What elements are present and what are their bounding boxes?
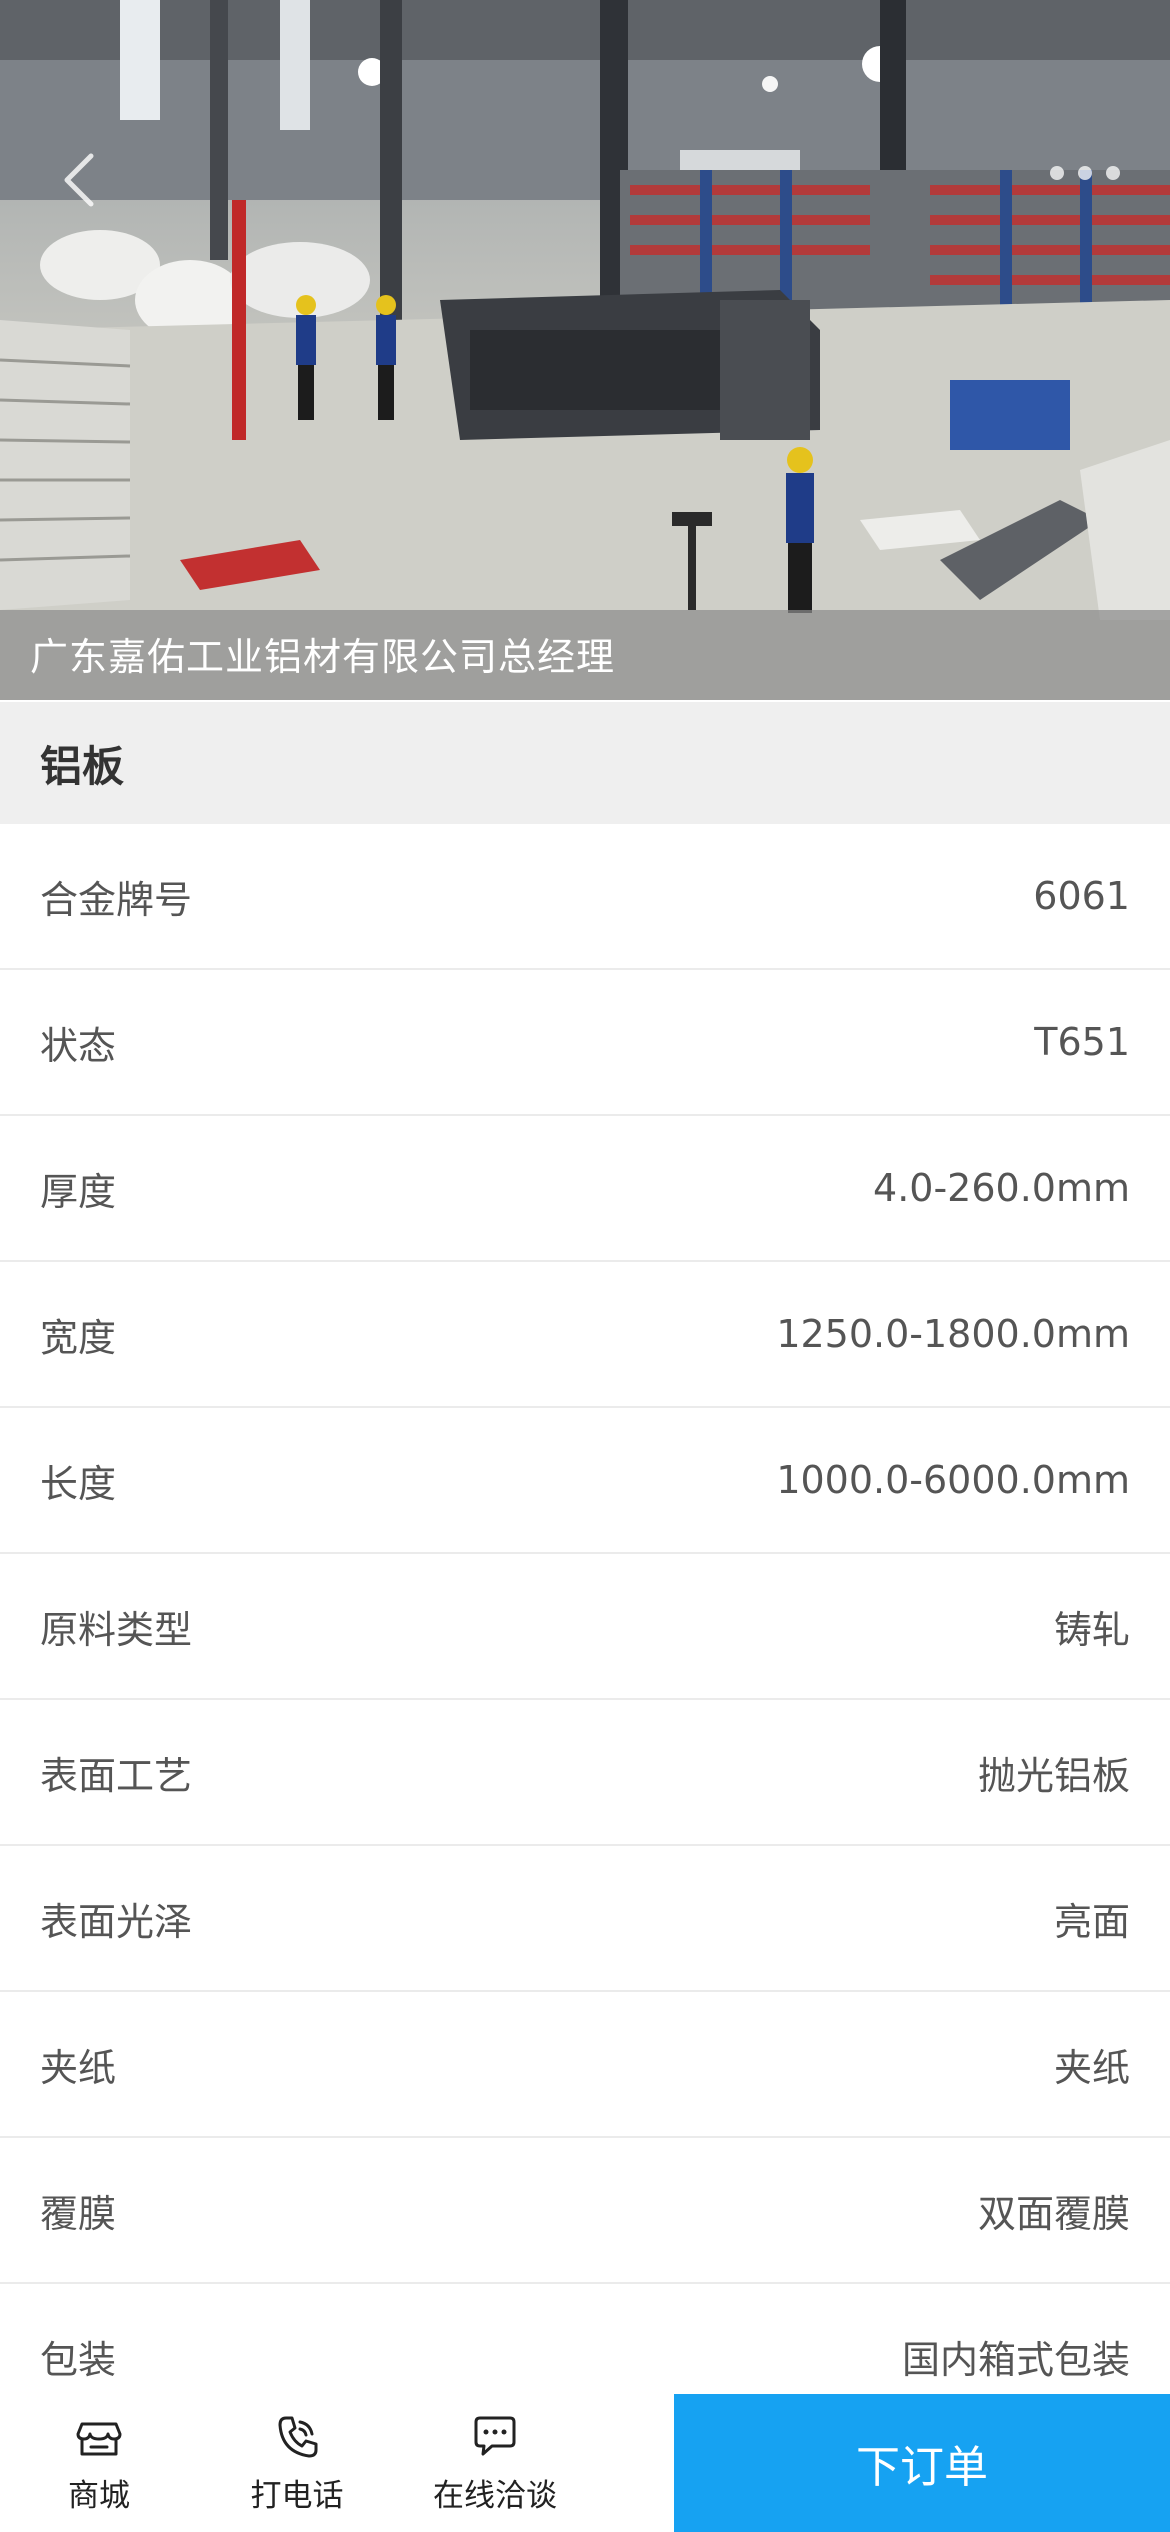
spec-value: 双面覆膜	[977, 2191, 1130, 2236]
product-category-title: 铝板	[40, 741, 125, 791]
spec-list: 合金牌号 6061 状态 T651 厚度 4.0-260.0mm 宽度 1250…	[0, 824, 1170, 2430]
spec-row-interleaf-paper: 夹纸 夹纸	[0, 1992, 1170, 2138]
spec-label: 原料类型	[40, 1607, 193, 1652]
spec-row-surface-gloss: 表面光泽 亮面	[0, 1846, 1170, 1992]
bottom-action-bar: 商城 打电话 在线洽谈 下订单	[0, 2394, 1170, 2532]
spec-label: 宽度	[40, 1315, 117, 1360]
spec-value: 4.0-260.0mm	[873, 1166, 1130, 1210]
spec-row-surface-process: 表面工艺 抛光铝板	[0, 1700, 1170, 1846]
spec-label: 夹纸	[40, 2045, 117, 2090]
spec-value: 国内箱式包装	[901, 2337, 1130, 2382]
spec-label: 包装	[40, 2337, 117, 2382]
carousel-dot[interactable]	[1050, 166, 1064, 180]
spec-value: 夹纸	[1053, 2045, 1130, 2090]
carousel-dot[interactable]	[1106, 166, 1120, 180]
spec-row-length: 长度 1000.0-6000.0mm	[0, 1408, 1170, 1554]
tab-chat-label: 在线洽谈	[433, 2477, 557, 2514]
spec-row-film: 覆膜 双面覆膜	[0, 2138, 1170, 2284]
hero-carousel[interactable]: 广东嘉佑工业铝材有限公司总经理	[0, 0, 1170, 700]
spec-label: 合金牌号	[40, 877, 193, 922]
spec-row-width: 宽度 1250.0-1800.0mm	[0, 1262, 1170, 1408]
tab-call-label: 打电话	[250, 2477, 344, 2514]
spec-label: 覆膜	[40, 2191, 117, 2236]
phone-icon	[278, 2416, 318, 2457]
spec-value: 铸轧	[1053, 1607, 1130, 1652]
tab-store-label: 商城	[68, 2477, 130, 2514]
spec-label: 状态	[40, 1023, 117, 1068]
carousel-dot[interactable]	[1078, 166, 1092, 180]
spec-row-temper: 状态 T651	[0, 970, 1170, 1116]
tab-store[interactable]: 商城	[0, 2394, 198, 2532]
product-detail-page: 广东嘉佑工业铝材有限公司总经理 铝板 合金牌号 6061 状态 T651 厚度 …	[0, 0, 1170, 2532]
spec-value: 1000.0-6000.0mm	[776, 1458, 1130, 1502]
spec-value: 1250.0-1800.0mm	[776, 1312, 1130, 1356]
chat-icon	[474, 2416, 516, 2455]
hero-caption: 广东嘉佑工业铝材有限公司总经理	[30, 635, 616, 679]
carousel-prev-button[interactable]	[48, 140, 108, 220]
spec-row-material-type: 原料类型 铸轧	[0, 1554, 1170, 1700]
spec-row-thickness: 厚度 4.0-260.0mm	[0, 1116, 1170, 1262]
tab-chat[interactable]: 在线洽谈	[396, 2394, 594, 2532]
spec-label: 长度	[40, 1461, 117, 1506]
spec-row-alloy-grade: 合金牌号 6061	[0, 824, 1170, 970]
factory-photo	[0, 0, 1170, 700]
carousel-indicator	[1050, 166, 1120, 180]
product-category-header: 铝板	[0, 702, 1170, 824]
spec-value: T651	[1034, 1020, 1130, 1064]
chevron-left-icon	[64, 153, 94, 207]
place-order-label: 下订单	[856, 2442, 988, 2493]
spec-value: 亮面	[1053, 1899, 1130, 1944]
tab-call[interactable]: 打电话	[198, 2394, 396, 2532]
spec-value: 6061	[1033, 874, 1130, 918]
spec-label: 厚度	[40, 1169, 117, 1214]
spec-value: 抛光铝板	[977, 1753, 1130, 1798]
place-order-button[interactable]: 下订单	[674, 2394, 1170, 2532]
spec-label: 表面工艺	[40, 1753, 193, 1798]
store-icon	[76, 2422, 122, 2455]
spec-label: 表面光泽	[40, 1899, 193, 1944]
